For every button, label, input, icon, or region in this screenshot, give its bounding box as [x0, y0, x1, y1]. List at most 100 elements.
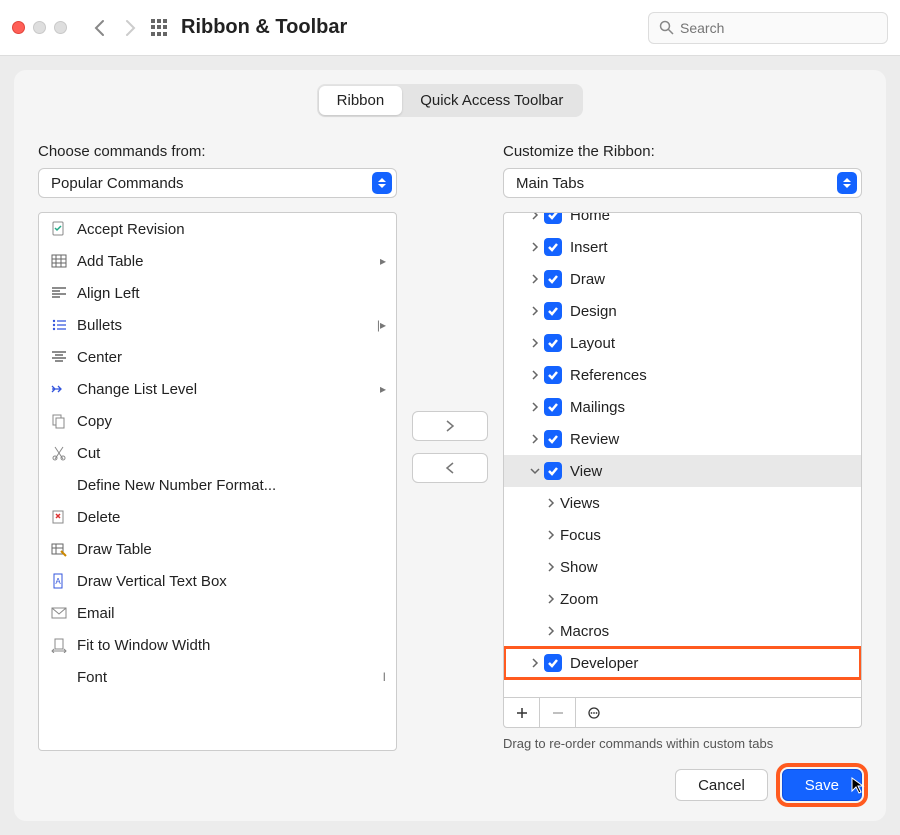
tree-item[interactable]: Macros	[504, 615, 861, 647]
command-label: Draw Vertical Text Box	[77, 573, 372, 590]
cancel-button[interactable]: Cancel	[675, 769, 768, 801]
back-button[interactable]	[85, 13, 115, 43]
disclosure-icon[interactable]	[542, 530, 560, 540]
disclosure-icon[interactable]	[526, 338, 544, 348]
minimize-window-button[interactable]	[33, 21, 46, 34]
command-item[interactable]: Draw Table	[39, 533, 396, 565]
checkbox-icon[interactable]	[544, 398, 562, 416]
tree-item[interactable]: Home	[504, 213, 861, 231]
cut-icon	[49, 444, 69, 462]
accept-icon	[49, 220, 69, 238]
command-item[interactable]: Align Left	[39, 277, 396, 309]
command-label: Draw Table	[77, 541, 372, 558]
tree-item-label: References	[570, 367, 851, 384]
command-item[interactable]: Fit to Window Width	[39, 629, 396, 661]
checkbox-icon[interactable]	[544, 270, 562, 288]
remove-command-button[interactable]	[412, 453, 488, 483]
disclosure-icon[interactable]	[542, 594, 560, 604]
command-item[interactable]: Add Table▸	[39, 245, 396, 277]
checkbox-icon[interactable]	[544, 334, 562, 352]
tree-item[interactable]: Zoom	[504, 583, 861, 615]
tree-item-label: Insert	[570, 239, 851, 256]
tree-item[interactable]: Focus	[504, 519, 861, 551]
command-item[interactable]: Copy	[39, 405, 396, 437]
tree-item[interactable]: Review	[504, 423, 861, 455]
checkbox-icon[interactable]	[544, 430, 562, 448]
ribbon-scope-dropdown[interactable]: Main Tabs	[503, 168, 862, 198]
add-tab-button[interactable]	[504, 698, 540, 727]
command-label: Center	[77, 349, 372, 366]
tree-item[interactable]: Layout	[504, 327, 861, 359]
listlevel-icon	[49, 380, 69, 398]
tree-item-label: Review	[570, 431, 851, 448]
search-input[interactable]	[680, 20, 877, 36]
options-button[interactable]	[576, 698, 612, 727]
command-item[interactable]: Center	[39, 341, 396, 373]
preferences-sheet: Ribbon Quick Access Toolbar Choose comma…	[14, 70, 886, 821]
disclosure-icon[interactable]	[542, 626, 560, 636]
tree-item[interactable]: Show	[504, 551, 861, 583]
tree-item[interactable]: Design	[504, 295, 861, 327]
command-item[interactable]: Delete	[39, 501, 396, 533]
tab-switcher: Ribbon Quick Access Toolbar	[38, 84, 862, 117]
disclosure-icon[interactable]	[526, 242, 544, 252]
forward-button[interactable]	[115, 13, 145, 43]
commands-source-value: Popular Commands	[51, 175, 184, 192]
disclosure-icon[interactable]	[526, 658, 544, 668]
disclosure-icon[interactable]	[542, 498, 560, 508]
disclosure-icon[interactable]	[526, 466, 544, 476]
tree-item-label: Design	[570, 303, 851, 320]
zoom-window-button[interactable]	[54, 21, 67, 34]
commands-column: Choose commands from: Popular Commands A…	[38, 143, 397, 751]
commands-source-dropdown[interactable]: Popular Commands	[38, 168, 397, 198]
tree-item[interactable]: Insert	[504, 231, 861, 263]
search-field[interactable]	[648, 12, 888, 44]
remove-tab-button[interactable]	[540, 698, 576, 727]
tree-item-label: View	[570, 463, 851, 480]
command-label: Delete	[77, 509, 372, 526]
command-label: Align Left	[77, 285, 372, 302]
tree-item[interactable]: References	[504, 359, 861, 391]
add-command-button[interactable]	[412, 411, 488, 441]
tree-item[interactable]: Mailings	[504, 391, 861, 423]
disclosure-icon[interactable]	[526, 274, 544, 284]
command-item[interactable]: Define New Number Format...	[39, 469, 396, 501]
checkbox-icon[interactable]	[544, 302, 562, 320]
all-preferences-icon[interactable]	[151, 19, 169, 37]
command-item[interactable]: Bullets|▸	[39, 309, 396, 341]
disclosure-icon[interactable]	[526, 434, 544, 444]
command-item[interactable]: Accept Revision	[39, 213, 396, 245]
tab-ribbon[interactable]: Ribbon	[319, 86, 403, 115]
checkbox-icon[interactable]	[544, 462, 562, 480]
disclosure-icon[interactable]	[526, 213, 544, 220]
checkbox-icon[interactable]	[544, 654, 562, 672]
disclosure-icon[interactable]	[526, 402, 544, 412]
close-window-button[interactable]	[12, 21, 25, 34]
save-button[interactable]: Save	[782, 769, 862, 801]
ribbon-column: Customize the Ribbon: Main Tabs HomeInse…	[503, 143, 862, 751]
disclosure-icon[interactable]	[526, 370, 544, 380]
tree-item[interactable]: Views	[504, 487, 861, 519]
tree-item[interactable]: Developer	[504, 647, 861, 679]
email-icon	[49, 604, 69, 622]
tree-item-label: Zoom	[560, 591, 851, 608]
command-label: Add Table	[77, 253, 372, 270]
commands-list[interactable]: Accept RevisionAdd Table▸ Align Left Bulle…	[38, 212, 397, 751]
command-item[interactable]: Email	[39, 597, 396, 629]
command-item[interactable]: Cut	[39, 437, 396, 469]
disclosure-icon[interactable]	[526, 306, 544, 316]
checkbox-icon[interactable]	[544, 238, 562, 256]
command-label: Copy	[77, 413, 372, 430]
command-item[interactable]: ADraw Vertical Text Box	[39, 565, 396, 597]
tree-item[interactable]: Draw	[504, 263, 861, 295]
reorder-hint: Drag to re-order commands within custom …	[503, 736, 862, 751]
disclosure-icon[interactable]	[542, 562, 560, 572]
tree-item[interactable]: View	[504, 455, 861, 487]
tab-quick-access-toolbar[interactable]: Quick Access Toolbar	[402, 86, 581, 115]
command-item[interactable]: Change List Level▸	[39, 373, 396, 405]
ribbon-tree[interactable]: Home Insert Draw Design Layout References Mail…	[503, 212, 862, 728]
checkbox-icon[interactable]	[544, 366, 562, 384]
checkbox-icon[interactable]	[544, 213, 562, 224]
command-item[interactable]: FontI	[39, 661, 396, 693]
command-label: Define New Number Format...	[77, 477, 372, 494]
